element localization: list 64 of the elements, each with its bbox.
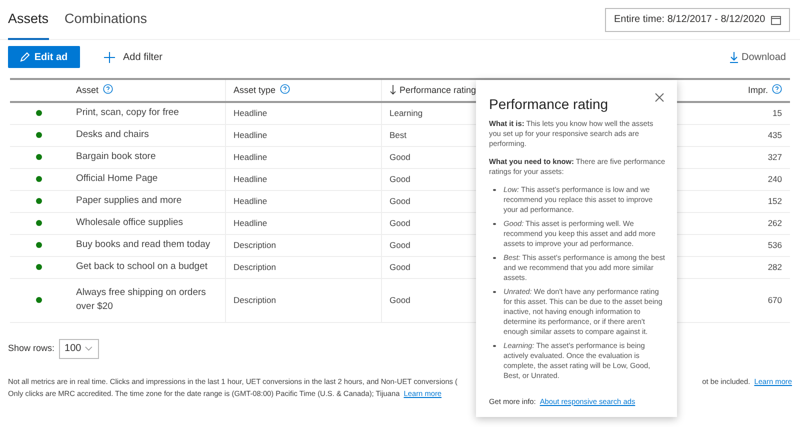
table-cell: Buy books and read them today — [76, 238, 210, 250]
date-range-picker[interactable]: Entire time: 8/12/2017 - 8/12/2020 — [605, 8, 790, 32]
table-cell: Headline — [234, 152, 268, 162]
table-cell: Paper supplies and more — [76, 194, 182, 206]
help-icon[interactable] — [280, 84, 290, 94]
table-cell: Description — [234, 240, 276, 250]
tab[interactable]: Combinations — [64, 0, 148, 40]
table-cell: Description — [234, 262, 276, 272]
table-cell: Headline — [234, 196, 268, 206]
table-cell: Description — [234, 294, 276, 305]
plus-icon — [104, 52, 115, 62]
close-icon[interactable] — [655, 93, 664, 102]
table-cell: 670 — [768, 294, 782, 305]
table-cell: Headline — [234, 108, 268, 118]
pencil-icon — [20, 52, 30, 62]
table-cell: Learning — [390, 108, 423, 118]
column-header[interactable]: Asset type — [234, 84, 276, 98]
column-header[interactable]: Asset — [76, 84, 99, 98]
table-cell: Good — [390, 262, 410, 272]
download-icon — [730, 52, 738, 62]
help-icon[interactable] — [772, 84, 782, 94]
table-cell: Best — [390, 130, 407, 140]
table-cell: Official Home Page — [76, 172, 158, 184]
calendar-icon — [771, 14, 781, 24]
show-rows-label: Show rows: — [8, 342, 55, 355]
help-icon[interactable] — [102, 84, 113, 94]
add-filter-button[interactable]: Add filter — [104, 50, 162, 64]
table-cell: 262 — [768, 218, 782, 228]
column-header[interactable]: Impr. — [748, 84, 768, 98]
table-cell: Headline — [234, 174, 268, 184]
table-cell: 240 — [768, 174, 782, 184]
table-cell: Headline — [234, 218, 268, 228]
popover-title: Performance rating — [489, 96, 608, 113]
bullet-icon — [493, 256, 496, 260]
table-cell: Good — [390, 174, 410, 184]
column-header[interactable]: Performance rating — [400, 84, 476, 98]
download-button[interactable]: Download — [730, 50, 786, 64]
bullet-icon — [493, 222, 496, 226]
chevron-down-icon — [85, 346, 93, 351]
edit-ad-button[interactable]: Edit ad — [8, 46, 80, 68]
table-cell: 282 — [768, 262, 782, 272]
table-cell: 152 — [768, 196, 782, 206]
table-cell: Always free shipping on orders over $20 — [76, 286, 206, 312]
table-cell: Good — [390, 196, 410, 206]
table-cell: Desks and chairs — [76, 128, 149, 140]
table-cell: Wholesale office supplies — [76, 216, 184, 228]
sort-arrow-icon — [390, 85, 396, 96]
table-cell: Bargain book store — [76, 150, 156, 162]
table-cell: Good — [390, 152, 410, 162]
table-cell: 15 — [772, 108, 782, 118]
table-cell: Get back to school on a budget — [76, 260, 208, 272]
table-cell: Good — [390, 240, 410, 250]
rows-per-page-dropdown[interactable]: 100 — [58, 338, 99, 358]
table-cell: 327 — [768, 152, 782, 162]
bullet-icon — [493, 188, 496, 192]
table-cell: 536 — [768, 240, 782, 250]
table-cell: Good — [390, 218, 410, 228]
table-cell: Headline — [234, 130, 268, 140]
tab[interactable]: Assets — [8, 0, 49, 40]
bullet-icon — [493, 344, 496, 348]
table-cell: 435 — [768, 130, 782, 140]
bullet-icon — [493, 290, 496, 294]
table-cell: Good — [390, 294, 410, 305]
table-cell: Print, scan, copy for free — [76, 107, 179, 118]
